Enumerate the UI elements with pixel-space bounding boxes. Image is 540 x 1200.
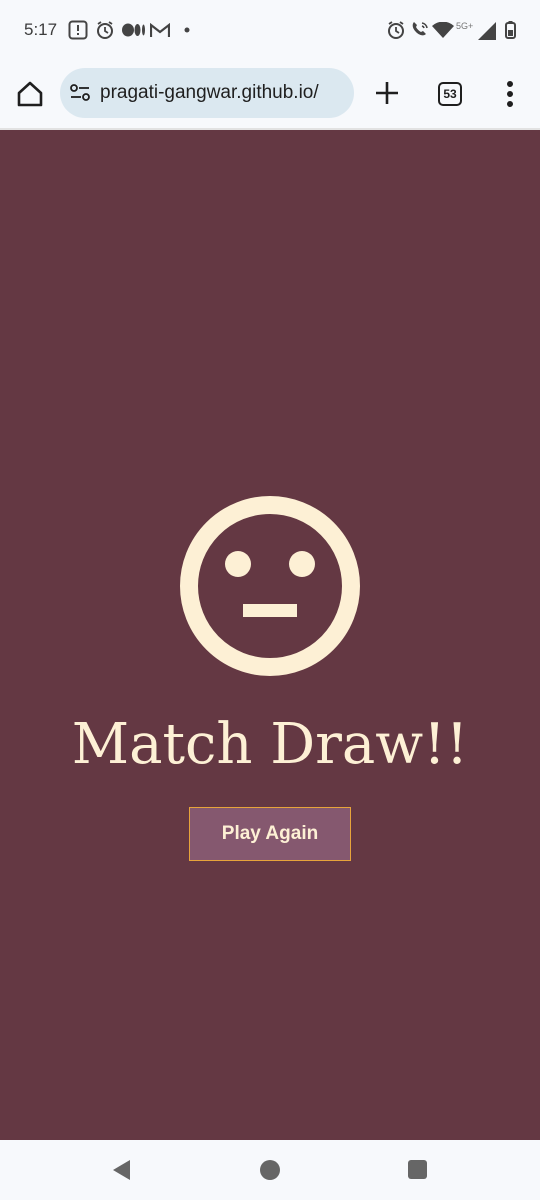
- alarm-icon: [97, 21, 113, 39]
- recents-icon[interactable]: [408, 1160, 427, 1179]
- url-text[interactable]: pragati-gangwar.github.io/: [100, 82, 319, 104]
- plus-icon[interactable]: [374, 80, 400, 106]
- alarm-icon: [388, 21, 404, 39]
- home-icon[interactable]: [16, 80, 44, 108]
- status-time: 5:17: [24, 20, 58, 39]
- browser-toolbar: pragati-gangwar.github.io/ 53: [0, 60, 540, 130]
- alert-icon: [68, 20, 88, 40]
- wifi-icon: [432, 22, 454, 38]
- home-nav-icon[interactable]: [260, 1160, 280, 1180]
- battery-icon: [505, 21, 516, 39]
- site-settings-icon[interactable]: [70, 83, 90, 103]
- gmail-icon: [150, 23, 170, 37]
- network-type-label: 5G+: [456, 21, 474, 31]
- medium-icon: [122, 23, 145, 37]
- more-vert-icon[interactable]: [500, 80, 520, 108]
- signal-icon: [478, 22, 496, 40]
- system-nav-bar: [0, 1140, 540, 1200]
- neutral-face-icon: [180, 496, 360, 676]
- status-bar: 5:17 5G+: [0, 0, 540, 60]
- address-bar[interactable]: pragati-gangwar.github.io/: [60, 68, 354, 118]
- wifi-calling-icon: [412, 22, 428, 36]
- back-icon[interactable]: [112, 1159, 132, 1181]
- game-result-screen: Match Draw!! Play Again: [0, 130, 540, 1140]
- result-title: Match Draw!!: [71, 712, 469, 777]
- dot-icon: [184, 27, 190, 33]
- tab-switcher-button[interactable]: 53: [438, 82, 462, 106]
- play-again-button[interactable]: Play Again: [189, 807, 351, 861]
